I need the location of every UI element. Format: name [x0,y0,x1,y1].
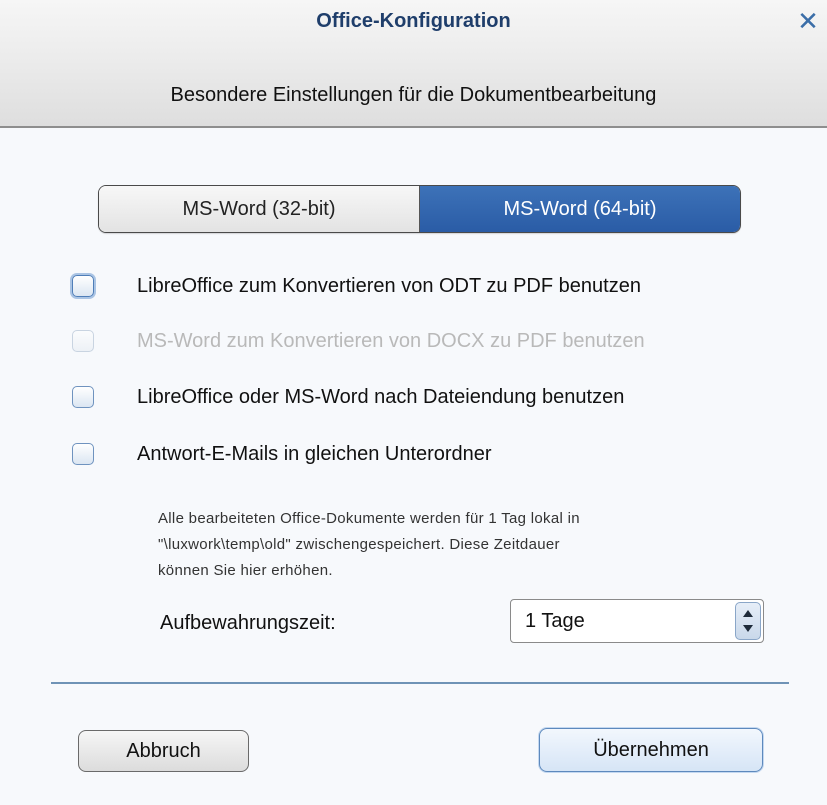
retention-label: Aufbewahrungszeit: [160,612,336,634]
retention-spinner[interactable]: 1 Tage [510,599,764,643]
option-label: Antwort-E-Mails in gleichen Unterordner [137,442,492,465]
word-version-toggle: MS-Word (32-bit) MS-Word (64-bit) [98,185,741,233]
dialog-title: Office-Konfiguration [316,10,511,32]
increment-arrow-icon[interactable] [743,610,753,618]
decrement-arrow-icon[interactable] [743,624,753,632]
option-label: LibreOffice zum Konvertieren von ODT zu … [137,274,641,297]
spinner-arrows-icon[interactable] [735,602,761,640]
dialog-subtitle: Besondere Einstellungen für die Dokument… [170,84,657,106]
checkbox-msword-docx-pdf [72,330,94,352]
info-line: können Sie hier erhöhen. [158,562,333,579]
ms-word-32bit-option[interactable]: MS-Word (32-bit) [99,186,420,232]
info-line: "\luxwork\temp\old" zwischengespeichert.… [158,536,560,553]
option-reply-mails-subfolder[interactable]: Antwort-E-Mails in gleichen Unterordner [72,439,492,469]
retention-value[interactable]: 1 Tage [511,600,733,642]
dialog-header: Office-Konfiguration ✕ Besondere Einstel… [0,0,827,128]
checkbox-libreoffice-odt-pdf[interactable] [72,275,94,297]
option-msword-docx-pdf: MS-Word zum Konvertieren von DOCX zu PDF… [72,326,645,356]
option-libreoffice-odt-pdf[interactable]: LibreOffice zum Konvertieren von ODT zu … [72,271,641,301]
retention-info-text: Alle bearbeiteten Office-Dokumente werde… [158,506,758,584]
checkbox-reply-mails-subfolder[interactable] [72,443,94,465]
cancel-button[interactable]: Abbruch [78,730,249,772]
option-label: LibreOffice oder MS-Word nach Dateiendun… [137,385,625,408]
footer-divider [51,682,789,684]
checkbox-by-extension[interactable] [72,386,94,408]
apply-button[interactable]: Übernehmen [539,728,763,772]
option-label: MS-Word zum Konvertieren von DOCX zu PDF… [137,329,645,352]
option-by-extension[interactable]: LibreOffice oder MS-Word nach Dateiendun… [72,382,624,412]
close-icon[interactable]: ✕ [795,8,821,34]
ms-word-64bit-option[interactable]: MS-Word (64-bit) [420,186,740,232]
info-line: Alle bearbeiteten Office-Dokumente werde… [158,510,580,527]
